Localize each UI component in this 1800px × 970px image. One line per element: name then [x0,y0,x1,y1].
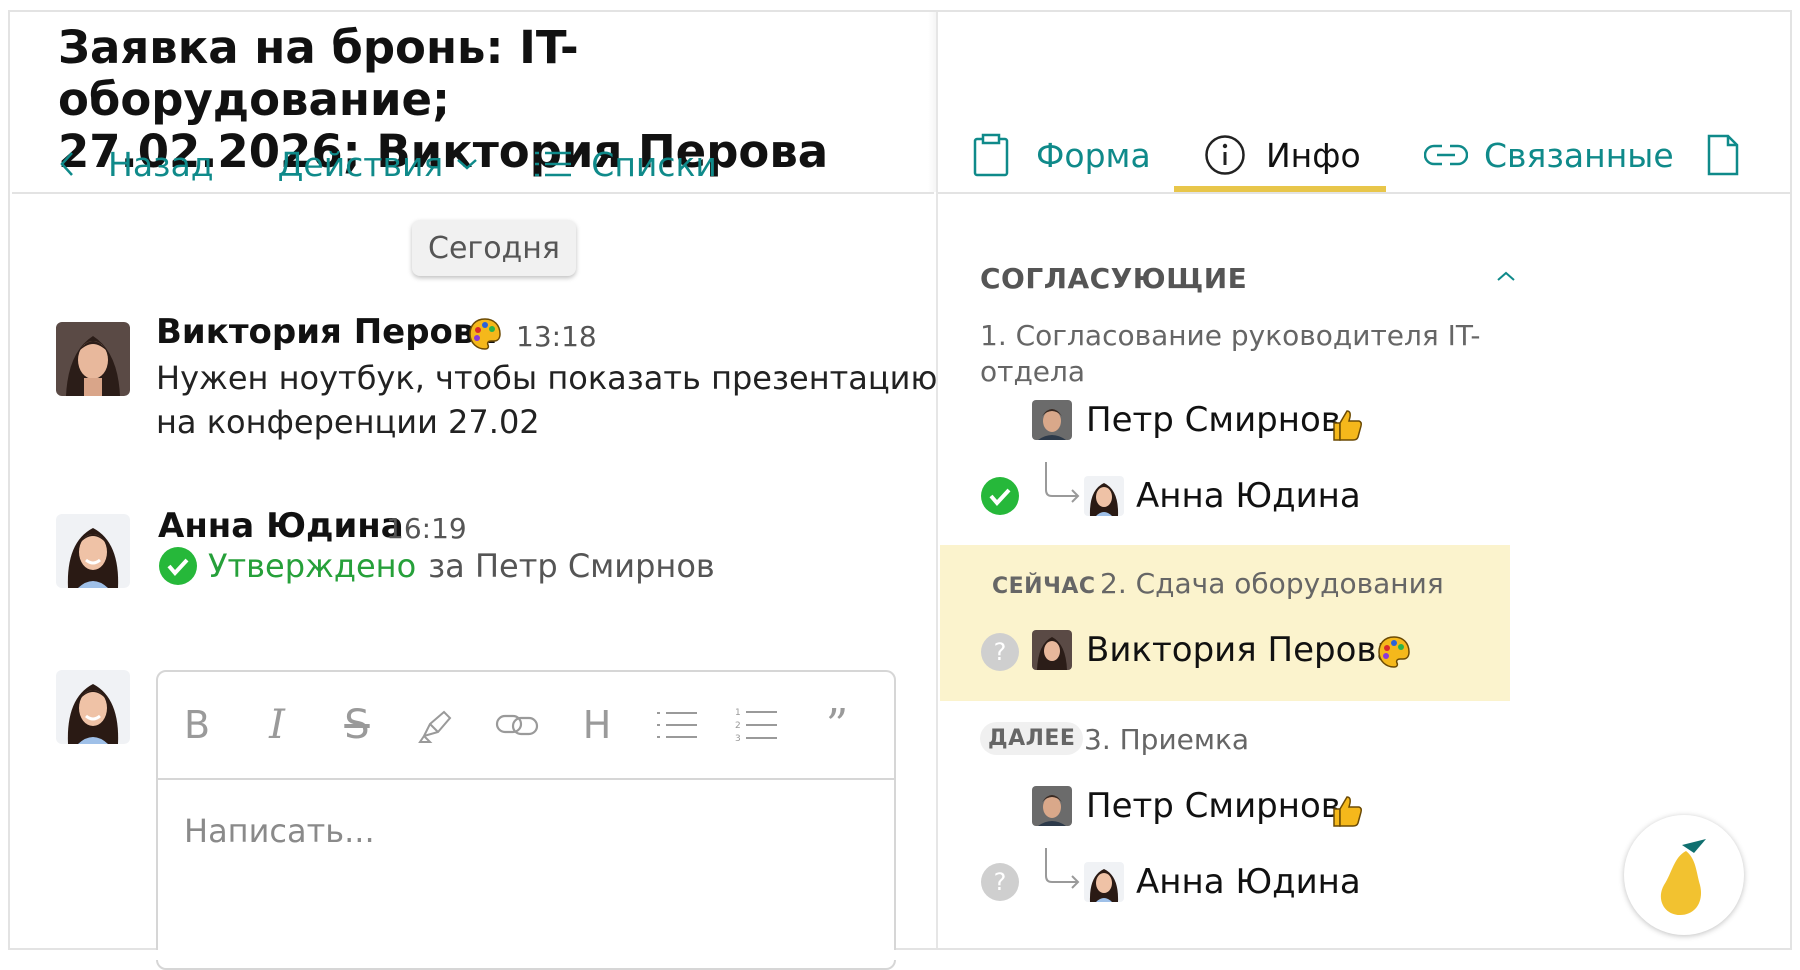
avatar-anna-small [1084,862,1124,902]
tab-related-label: Связанные [1484,135,1674,175]
link-icon [1424,144,1468,166]
approved-by-label: за Петр Смирнов [428,547,715,585]
avatar-anna[interactable] [56,514,130,588]
date-separator: Сегодня [412,220,576,276]
message-author[interactable]: Виктория Перова [156,312,497,352]
comment-editor[interactable]: B I S H 1 2 3 ” Написать... [156,670,896,970]
delegate-name[interactable]: Анна Юдина [1136,862,1361,902]
svg-text:1: 1 [735,708,741,718]
message-time: 16:19 [386,512,467,545]
step-title: 3. Приемка [1084,723,1250,756]
tab-document[interactable] [1706,120,1740,190]
panel-shadow [928,12,936,192]
svg-text:3: 3 [735,734,741,744]
message-time: 13:18 [516,320,597,353]
chevron-up-icon[interactable] [1492,266,1520,286]
message-text-line: на конференции 27.02 [156,403,540,441]
palette-icon [469,318,501,350]
step-title: 2. Сдача оборудования [1100,567,1444,600]
tab-form[interactable]: Форма [972,120,1151,190]
thumbs-up-icon [1333,796,1362,827]
check-circle-icon [159,547,197,585]
avatar-current-user [56,670,130,744]
bold-button[interactable]: B [174,702,220,748]
comment-input[interactable]: Написать... [184,812,375,850]
step-title: 1. Согласование руководителя IT- отдела [980,318,1481,390]
message-author[interactable]: Анна Юдина [158,506,404,546]
svg-text:?: ? [994,638,1007,666]
bullet-list-icon[interactable] [654,702,700,748]
actions-label: Действия [277,144,444,184]
clipboard-icon [973,133,1009,177]
back-label: Назад [108,144,214,184]
step-title-line: 1. Согласование руководителя IT- [980,319,1481,352]
pear-logo-icon [1660,839,1706,915]
approver-name[interactable]: Петр Смирнов [1086,786,1341,826]
palette-icon [1378,636,1410,668]
message-text: Нужен ноутбук, чтобы показать презентаци… [156,356,937,444]
approval-status: Утверждено за Петр Смирнов [158,546,715,586]
back-button[interactable]: Назад [58,145,214,184]
editor-toolbar: B I S H 1 2 3 ” [158,672,894,780]
avatar-viktoria-small [1032,630,1072,670]
next-badge: ДАЛЕЕ [980,722,1084,755]
delegate-arrow-icon [1045,462,1080,503]
quote-icon[interactable]: ” [814,700,860,751]
italic-button[interactable]: I [254,702,300,748]
svg-text:?: ? [994,868,1007,896]
delegate-arrow-icon [1045,848,1080,889]
header-nav: Назад Действия Списки [58,140,717,188]
list-icon [535,151,572,177]
actions-dropdown[interactable]: Действия [278,145,480,184]
svg-text:2: 2 [735,721,741,731]
info-icon [1205,135,1245,175]
avatar-anna-small [1084,476,1124,516]
header-divider [12,192,934,194]
step-title-line: отдела [980,355,1086,388]
thumbs-up-icon [1333,410,1362,441]
heading-button[interactable]: H [574,702,620,748]
bottom-mask [0,950,1800,960]
message-text-line: Нужен ноутбук, чтобы показать презентаци… [156,359,938,397]
title-line-1: Заявка на бронь: IT-оборудование; [58,21,579,126]
pending-question-icon: ? [981,633,1019,671]
tab-form-label: Форма [1036,135,1151,175]
approved-check-icon [981,477,1019,515]
tab-related[interactable]: Связанные [1424,120,1674,190]
approver-name[interactable]: Петр Смирнов [1086,400,1341,440]
panel-divider [936,12,938,948]
tab-info[interactable]: Инфо [1204,120,1361,190]
avatar-petr [1032,400,1072,440]
numbered-list-icon[interactable]: 1 2 3 [734,702,780,748]
now-badge: СЕЙЧАС [992,574,1096,599]
pending-question-icon: ? [981,863,1019,901]
chevron-left-icon [60,152,73,176]
avatar-viktoria[interactable] [56,322,130,396]
approved-label: Утверждено [208,547,417,585]
lists-label: Списки [591,144,717,184]
document-icon [1707,134,1739,176]
approver-name[interactable]: Виктория Перова [1086,630,1397,670]
tabs-divider [938,192,1790,194]
link-button[interactable] [494,702,540,748]
highlight-icon[interactable] [414,702,460,748]
lists-button[interactable]: Списки [533,145,717,184]
strikethrough-button[interactable]: S [334,702,380,748]
approvers-section-title: СОГЛАСУЮЩИЕ [980,262,1248,295]
avatar-petr [1032,786,1072,826]
delegate-name[interactable]: Анна Юдина [1136,476,1361,516]
assistant-button[interactable] [1624,815,1744,935]
tab-info-label: Инфо [1266,135,1361,175]
chevron-down-icon [457,159,478,170]
